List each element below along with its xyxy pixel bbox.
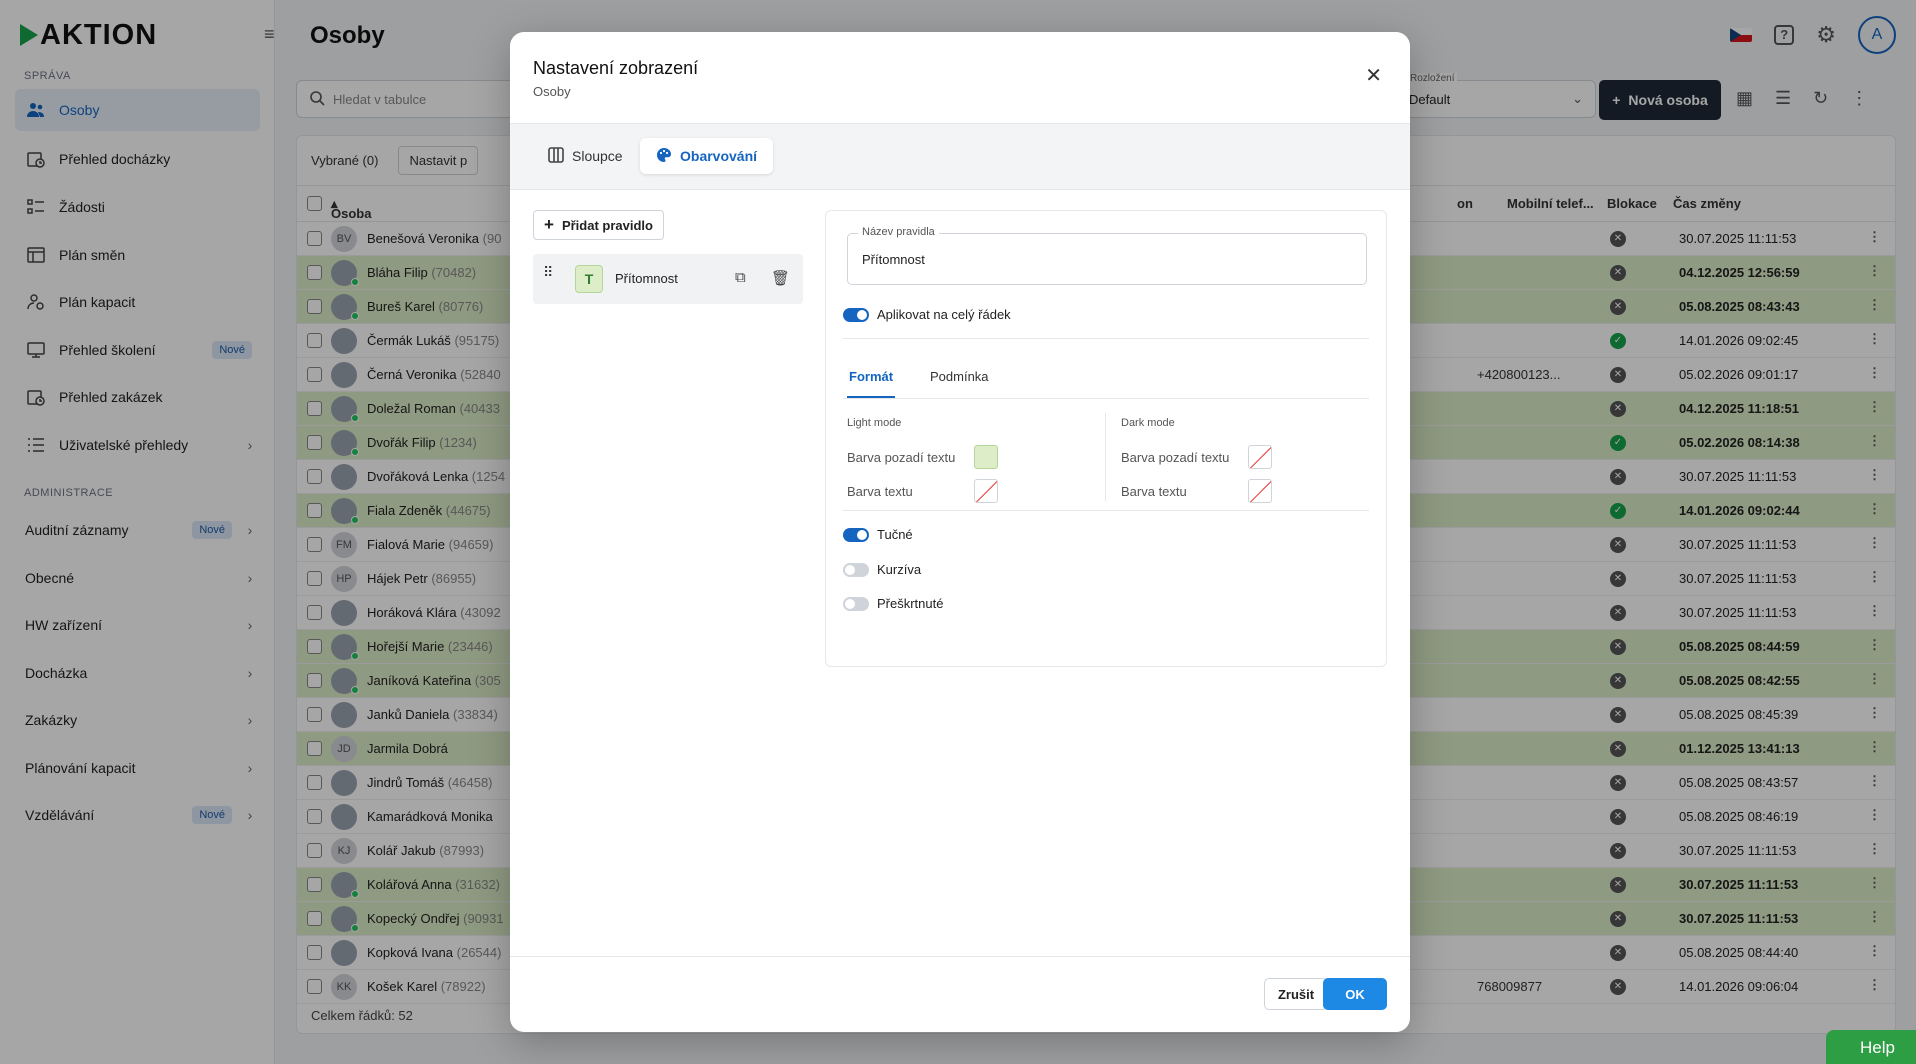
tab-format[interactable]: Formát <box>849 369 893 384</box>
mode-separator <box>1105 413 1106 501</box>
dialog-header: Nastavení zobrazení Osoby ✕ <box>510 32 1410 124</box>
strikethrough-label: Přeškrtnuté <box>877 596 944 611</box>
strikethrough-toggle[interactable] <box>843 597 869 611</box>
help-button[interactable]: Help <box>1826 1030 1916 1064</box>
apply-row-label: Aplikovat na celý řádek <box>877 307 1011 322</box>
bold-toggle[interactable] <box>843 528 869 542</box>
dark-text-color-label: Barva textu <box>1121 484 1187 499</box>
tab-coloring[interactable]: Obarvování <box>640 138 774 174</box>
rule-list-item[interactable]: ⠿ T Přítomnost ⧉ 🗑 <box>533 254 803 304</box>
rule-name-caption: Název pravidla <box>858 226 939 238</box>
rule-editor-panel: Název pravidla Přítomnost Aplikovat na c… <box>825 210 1387 667</box>
dark-bg-color-swatch[interactable] <box>1248 445 1272 469</box>
divider <box>843 338 1369 339</box>
ok-button[interactable]: OK <box>1323 978 1387 1010</box>
trash-icon[interactable]: 🗑 <box>771 269 790 287</box>
tab-condition[interactable]: Podmínka <box>930 369 989 384</box>
light-mode-heading: Light mode <box>847 417 902 429</box>
italic-toggle[interactable] <box>843 563 869 577</box>
apply-row-toggle[interactable] <box>843 308 869 322</box>
dialog-subtitle: Osoby <box>533 84 571 99</box>
add-rule-label: Přidat pravidlo <box>561 217 653 233</box>
tab-coloring-label: Obarvování <box>680 148 758 164</box>
light-bg-color-label: Barva pozadí textu <box>847 450 956 465</box>
cancel-button[interactable]: Zrušit <box>1264 978 1328 1010</box>
dialog-footer: Zrušit OK <box>510 956 1410 1032</box>
dark-mode-heading: Dark mode <box>1121 417 1175 429</box>
divider <box>843 510 1369 511</box>
italic-label: Kurzíva <box>877 562 922 577</box>
close-icon[interactable]: ✕ <box>1365 66 1382 86</box>
bold-label: Tučné <box>877 527 913 542</box>
dark-bg-color-label: Barva pozadí textu <box>1121 450 1230 465</box>
drag-handle-icon[interactable]: ⠿ <box>543 265 553 279</box>
add-rule-button[interactable]: + Přidat pravidlo <box>533 210 664 240</box>
light-bg-color-swatch[interactable] <box>974 445 998 469</box>
text-type-icon: T <box>575 265 603 293</box>
app-shell: AKTION SPRÁVA Osoby Přehled docházky Žád… <box>0 0 1916 1064</box>
light-text-color-label: Barva textu <box>847 484 913 499</box>
tab-columns-label: Sloupce <box>572 148 623 164</box>
dialog-tabs: Sloupce Obarvování <box>510 124 1410 190</box>
display-settings-dialog: Nastavení zobrazení Osoby ✕ Sloupce Obar… <box>510 32 1410 1032</box>
rule-name-field[interactable]: Název pravidla Přítomnost <box>847 226 1367 285</box>
tab-columns[interactable]: Sloupce <box>532 138 639 174</box>
dialog-title: Nastavení zobrazení <box>533 58 699 78</box>
palette-icon <box>656 147 672 166</box>
dark-text-color-swatch[interactable] <box>1248 479 1272 503</box>
copy-icon[interactable]: ⧉ <box>735 269 746 286</box>
plus-icon: + <box>544 215 554 234</box>
rule-name-value: Přítomnost <box>862 252 925 267</box>
columns-icon <box>548 146 564 166</box>
divider <box>843 398 1369 399</box>
rule-name: Přítomnost <box>615 271 678 286</box>
light-text-color-swatch[interactable] <box>974 479 998 503</box>
